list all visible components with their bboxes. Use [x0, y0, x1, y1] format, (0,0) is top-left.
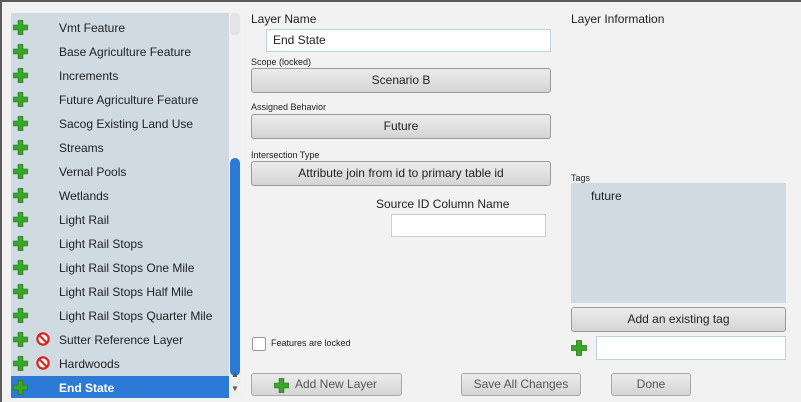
add-existing-tag-button[interactable]: Add an existing tag [571, 307, 786, 332]
add-layer-plus-icon[interactable] [13, 20, 28, 35]
layer-row-label: Light Rail Stops One Mile [59, 261, 195, 275]
add-layer-plus-icon[interactable] [13, 164, 28, 179]
layer-row[interactable]: Sacog Existing Land Use [11, 112, 229, 136]
layer-row[interactable]: Light Rail Stops Quarter Mile [11, 304, 229, 328]
layer-information-title: Layer Information [571, 12, 665, 26]
layer-row[interactable]: End State [11, 376, 229, 398]
layer-row[interactable]: Vmt Feature [11, 16, 229, 40]
layer-row-label: Light Rail Stops Half Mile [59, 285, 194, 299]
features-locked-label: Features are locked [271, 338, 351, 348]
layer-row-label: Light Rail [59, 213, 110, 227]
layer-row-label: Future Agriculture Feature [59, 93, 199, 107]
layer-name-input[interactable]: End State [266, 29, 551, 52]
add-layer-plus-icon[interactable] [13, 212, 28, 227]
add-layer-plus-icon[interactable] [13, 356, 28, 371]
add-layer-plus-icon[interactable] [13, 332, 28, 347]
layer-row[interactable]: Vernal Pools [11, 160, 229, 184]
scroll-down-arrow-icon[interactable]: ▼ [229, 383, 241, 394]
layer-row[interactable]: Light Rail Stops [11, 232, 229, 256]
window-frame-top [0, 0, 801, 2]
scope-label: Scope (locked) [251, 57, 312, 67]
assigned-behavior-button[interactable]: Future [251, 114, 551, 139]
scrollbar-track [230, 13, 240, 35]
tags-list[interactable]: future [571, 183, 786, 303]
add-layer-plus-icon[interactable] [13, 92, 28, 107]
layer-row[interactable]: Light Rail Stops Half Mile [11, 280, 229, 304]
add-layer-plus-icon[interactable] [13, 308, 28, 323]
tags-label: Tags [571, 173, 591, 183]
layer-row[interactable]: Wetlands [11, 184, 229, 208]
layer-row-label: Sutter Reference Layer [59, 333, 184, 347]
blocked-icon [36, 332, 50, 346]
window-frame-left [0, 0, 2, 402]
add-tag-plus-icon[interactable] [571, 340, 587, 356]
layer-row[interactable]: Base Agriculture Feature [11, 40, 229, 64]
layer-row-label: Base Agriculture Feature [59, 45, 192, 59]
add-new-layer-button[interactable]: Add New Layer [251, 373, 402, 396]
layer-row-label: Streams [59, 141, 104, 155]
add-layer-plus-icon[interactable] [13, 284, 28, 299]
layer-row-label: Hardwoods [59, 357, 120, 371]
layer-row[interactable]: Increments [11, 64, 229, 88]
done-button[interactable]: Done [611, 373, 691, 396]
add-layer-plus-icon[interactable] [13, 236, 28, 251]
layer-row-label: Sacog Existing Land Use [59, 117, 194, 131]
layer-row[interactable]: Light Rail [11, 208, 229, 232]
layer-row-label: End State [59, 381, 115, 395]
add-layer-plus-icon[interactable] [13, 68, 28, 83]
layer-row-label: Light Rail Stops [59, 237, 144, 251]
add-layer-plus-icon[interactable] [13, 188, 28, 203]
blocked-icon [36, 356, 50, 370]
layer-row[interactable]: Streams [11, 136, 229, 160]
add-layer-plus-icon [274, 378, 289, 393]
assigned-behavior-label: Assigned Behavior [251, 102, 327, 112]
add-layer-plus-icon[interactable] [13, 44, 28, 59]
layer-row-label: Wetlands [59, 189, 109, 203]
source-id-column-label: Source ID Column Name [376, 197, 510, 211]
layer-row[interactable]: Light Rail Stops One Mile [11, 256, 229, 280]
new-tag-input[interactable] [596, 336, 786, 360]
add-layer-plus-icon[interactable] [13, 140, 28, 155]
layer-row-label: Increments [59, 69, 119, 83]
add-new-layer-label: Add New Layer [295, 377, 378, 391]
scope-button[interactable]: Scenario B [251, 68, 551, 93]
intersection-type-button[interactable]: Attribute join from id to primary table … [251, 161, 551, 186]
layer-row[interactable]: Hardwoods [11, 352, 229, 376]
tag-item[interactable]: future [591, 189, 622, 203]
scrollbar-thumb[interactable] [230, 158, 240, 376]
layer-row[interactable]: Future Agriculture Feature [11, 88, 229, 112]
layer-row-label: Vernal Pools [59, 165, 127, 179]
features-locked-checkbox[interactable] [252, 337, 266, 351]
layer-list[interactable]: Vmt Feature Base Agriculture Feature Incre… [11, 13, 229, 398]
layer-row-label: Vmt Feature [59, 21, 126, 35]
source-id-column-input[interactable] [391, 214, 546, 237]
add-layer-plus-icon[interactable] [13, 116, 28, 131]
intersection-type-label: Intersection Type [251, 150, 320, 160]
add-layer-plus-icon[interactable] [13, 260, 28, 275]
layer-name-label: Layer Name [251, 12, 317, 26]
save-all-changes-button[interactable]: Save All Changes [461, 373, 581, 396]
scroll-up-arrow-icon[interactable]: ▲ [229, 369, 241, 380]
layer-list-scrollbar[interactable]: ▲ ▼ [229, 13, 241, 398]
add-layer-plus-icon[interactable] [13, 380, 28, 395]
layer-row-label: Light Rail Stops Quarter Mile [59, 309, 213, 323]
layer-row[interactable]: Sutter Reference Layer [11, 328, 229, 352]
